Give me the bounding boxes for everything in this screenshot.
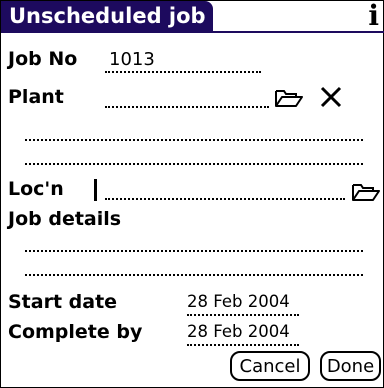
plant-folder-icon[interactable] <box>274 87 304 109</box>
info-icon[interactable]: i <box>368 1 379 31</box>
title-bar: Unscheduled job i <box>1 1 384 33</box>
text-cursor <box>94 179 97 201</box>
location-label: Loc'n <box>8 178 64 200</box>
job-details-line-1[interactable] <box>25 250 363 252</box>
job-no-label: Job No <box>8 48 78 70</box>
location-field[interactable] <box>105 198 345 200</box>
plant-label: Plant <box>8 86 64 108</box>
start-date-underline <box>187 314 299 316</box>
job-no-underline <box>105 71 261 73</box>
location-folder-icon[interactable] <box>351 181 381 203</box>
complete-by-label: Complete by <box>8 321 143 343</box>
app-window: Unscheduled job i Job No 1013 Plant Loc'… <box>0 0 384 388</box>
plant-clear-icon[interactable] <box>319 86 343 108</box>
plant-field[interactable] <box>105 106 269 108</box>
cancel-button[interactable]: Cancel <box>230 351 310 381</box>
start-date-value[interactable]: 28 Feb 2004 <box>187 292 290 311</box>
plant-description-line-2[interactable] <box>25 163 363 165</box>
window-title: Unscheduled job <box>9 4 206 28</box>
title-rule <box>1 31 384 33</box>
complete-by-underline <box>187 344 299 346</box>
start-date-label: Start date <box>8 291 118 313</box>
job-details-label: Job details <box>8 208 122 230</box>
job-details-line-2[interactable] <box>25 274 363 276</box>
title-tab[interactable]: Unscheduled job <box>1 1 213 33</box>
done-button[interactable]: Done <box>320 351 381 381</box>
complete-by-value[interactable]: 28 Feb 2004 <box>187 322 290 341</box>
job-no-value: 1013 <box>109 49 155 70</box>
plant-description-line-1[interactable] <box>25 139 363 141</box>
